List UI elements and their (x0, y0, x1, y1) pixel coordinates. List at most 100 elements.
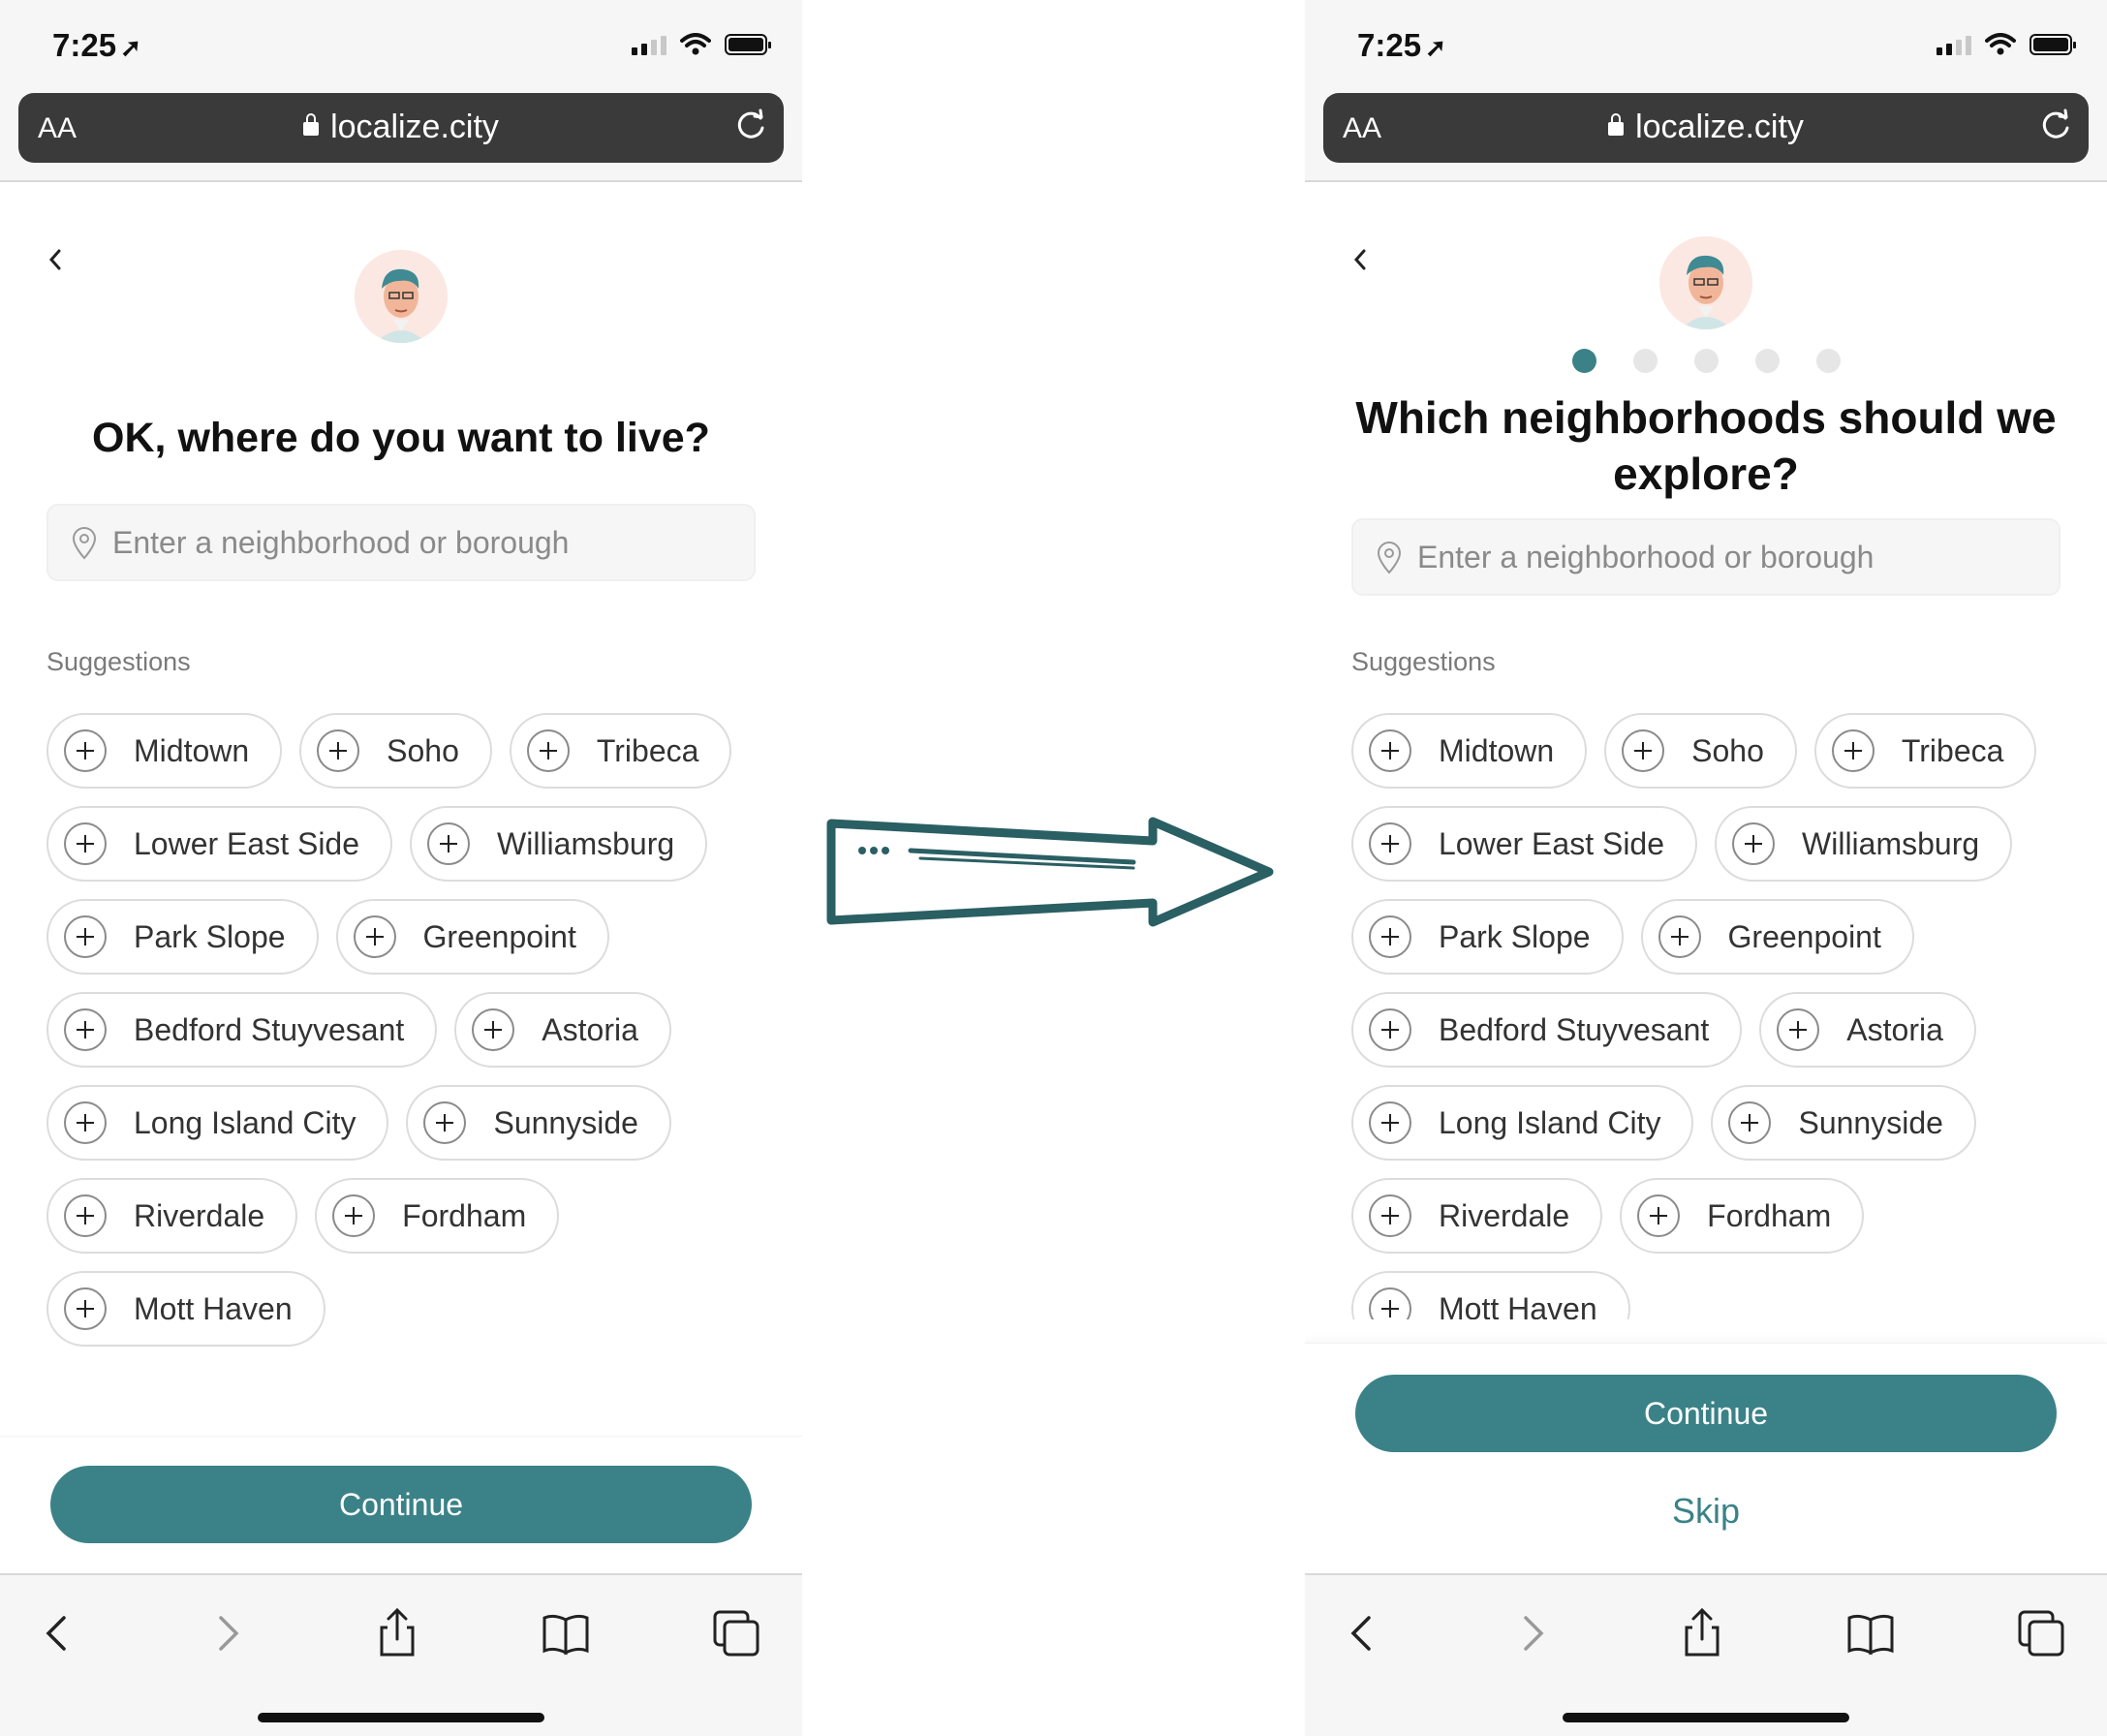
book-icon[interactable] (537, 1604, 595, 1662)
suggestion-chip[interactable]: Fordham (1620, 1178, 1865, 1254)
suggestion-chip-label: Greenpoint (1727, 918, 1881, 954)
plus-circle-icon (526, 729, 570, 772)
continue-button[interactable]: Continue (50, 1466, 752, 1543)
suggestion-chip[interactable]: Park Slope (1351, 899, 1624, 975)
suggestion-chip-label: Midtown (1439, 732, 1555, 768)
location-arrow-icon: ➚ (120, 33, 141, 62)
suggestion-chip[interactable]: Long Island City (1351, 1085, 1694, 1161)
plus-circle-icon (423, 1101, 467, 1144)
bottom-action-panel: Continue (0, 1436, 802, 1573)
suggestion-row: Mott Haven (46, 1271, 763, 1347)
plus-circle-icon (64, 1194, 107, 1237)
suggestion-chip-label: Mott Haven (1439, 1290, 1597, 1320)
suggestion-chip[interactable]: Soho (299, 713, 492, 789)
suggestions-label: Suggestions (46, 647, 191, 676)
suggestion-chip[interactable]: Riverdale (1351, 1178, 1603, 1254)
suggestion-chip[interactable]: Bedford Stuyvesant (1351, 992, 1743, 1068)
suggestion-chip-label: Soho (1691, 732, 1764, 768)
continue-button[interactable]: Continue (1355, 1375, 2057, 1452)
chevron-right-icon[interactable] (198, 1604, 256, 1662)
plus-circle-icon (1637, 1194, 1681, 1237)
suggestion-chip-label: Park Slope (1439, 918, 1591, 954)
url-display[interactable]: localize.city (18, 108, 784, 146)
suggestion-row: Midtown Soho Tribeca (46, 713, 763, 789)
suggestion-chip[interactable]: Sunnyside (1711, 1085, 1976, 1161)
suggestion-chip[interactable]: Fordham (315, 1178, 560, 1254)
plus-circle-icon (427, 822, 471, 865)
browser-address-area: AA localize.city (0, 93, 802, 182)
chevron-left-icon[interactable] (1334, 1604, 1392, 1662)
skip-link[interactable]: Skip (1305, 1491, 2107, 1532)
tabs-icon[interactable] (707, 1604, 765, 1662)
page-title: OK, where do you want to live? (92, 415, 710, 461)
suggestion-chip[interactable]: Midtown (46, 713, 283, 789)
back-button[interactable] (45, 244, 72, 279)
tabs-icon[interactable] (2012, 1604, 2070, 1662)
suggestion-chip[interactable]: Astoria (454, 992, 671, 1068)
plus-circle-icon (317, 729, 360, 772)
plus-circle-icon (1728, 1101, 1772, 1144)
suggestion-chips: Midtown Soho Tribeca Lower East Side William… (1351, 713, 2068, 1319)
url-text: localize.city (330, 108, 499, 145)
wifi-icon (680, 33, 711, 55)
suggestion-chip[interactable]: Astoria (1759, 992, 1976, 1068)
suggestion-row: Long Island City Sunnyside (1351, 1085, 2068, 1161)
chevron-left-icon[interactable] (29, 1604, 87, 1662)
suggestion-chip[interactable]: Tribeca (1813, 713, 2037, 789)
suggestion-row: Long Island City Sunnyside (46, 1085, 763, 1161)
suggestion-chip-label: Long Island City (1439, 1104, 1661, 1140)
neighborhood-search-input[interactable]: Enter a neighborhood or borough (46, 504, 756, 581)
browser-toolbar (1305, 1573, 2107, 1736)
status-icons (632, 33, 771, 56)
address-bar[interactable]: AA localize.city (18, 93, 784, 163)
suggestion-chips: Midtown Soho Tribeca Lower East Side William… (46, 713, 763, 1364)
plus-circle-icon (1831, 729, 1875, 772)
suggestion-chip[interactable]: Bedford Stuyvesant (46, 992, 438, 1068)
plus-circle-icon (1369, 1287, 1411, 1319)
suggestion-chip[interactable]: Long Island City (46, 1085, 389, 1161)
share-icon[interactable] (368, 1604, 426, 1662)
suggestion-chip[interactable]: Williamsburg (1715, 806, 2013, 882)
plus-circle-icon (64, 822, 107, 865)
comparison-stage: 7:25 ➚ AA localize.city OK, where do you… (0, 0, 2107, 1736)
suggestion-chip[interactable]: Park Slope (46, 899, 319, 975)
status-bar: 7:25 ➚ (0, 0, 802, 93)
cellular-signal-icon (632, 34, 666, 55)
suggestion-chip[interactable]: Mott Haven (1351, 1271, 1630, 1319)
suggestion-chip[interactable]: Sunnyside (406, 1085, 671, 1161)
reload-icon[interactable] (731, 107, 770, 145)
chevron-right-icon[interactable] (1503, 1604, 1561, 1662)
suggestion-chip[interactable]: Tribeca (509, 713, 732, 789)
search-placeholder: Enter a neighborhood or borough (112, 525, 570, 560)
plus-circle-icon (1369, 1008, 1411, 1051)
plus-circle-icon (1777, 1008, 1820, 1051)
suggestion-chip[interactable]: Williamsburg (410, 806, 708, 882)
suggestion-chip[interactable]: Lower East Side (46, 806, 393, 882)
plus-circle-icon (332, 1194, 376, 1237)
suggestion-chip-label: Riverdale (1439, 1197, 1570, 1233)
suggestion-chip[interactable]: Greenpoint (335, 899, 609, 975)
suggestion-row: Riverdale Fordham (1351, 1178, 2068, 1254)
suggestion-chip[interactable]: Mott Haven (46, 1271, 325, 1347)
phone-after: 7:25 ➚ AA localize.city Which neighborho… (1305, 0, 2107, 1736)
plus-circle-icon (1732, 822, 1776, 865)
suggestions-scroll-area[interactable]: Midtown Soho Tribeca Lower East Side William… (1305, 0, 2107, 1319)
home-indicator (1563, 1713, 1849, 1722)
suggestion-chip[interactable]: Greenpoint (1640, 899, 1914, 975)
lock-icon (303, 113, 320, 136)
status-time: 7:25 ➚ (52, 27, 141, 64)
suggestion-chip[interactable]: Midtown (1351, 713, 1588, 789)
book-icon[interactable] (1842, 1604, 1900, 1662)
suggestion-chip-label: Mott Haven (134, 1290, 293, 1326)
suggestion-chip[interactable]: Riverdale (46, 1178, 298, 1254)
suggestion-chip-label: Astoria (542, 1011, 638, 1047)
suggestion-chip-label: Bedford Stuyvesant (1439, 1011, 1710, 1047)
plus-circle-icon (64, 915, 107, 958)
share-icon[interactable] (1673, 1604, 1731, 1662)
home-indicator (258, 1713, 544, 1722)
plus-circle-icon (472, 1008, 515, 1051)
suggestion-chip[interactable]: Soho (1604, 713, 1797, 789)
suggestion-chip-label: Midtown (134, 732, 250, 768)
suggestion-chip[interactable]: Lower East Side (1351, 806, 1698, 882)
browser-toolbar (0, 1573, 802, 1736)
